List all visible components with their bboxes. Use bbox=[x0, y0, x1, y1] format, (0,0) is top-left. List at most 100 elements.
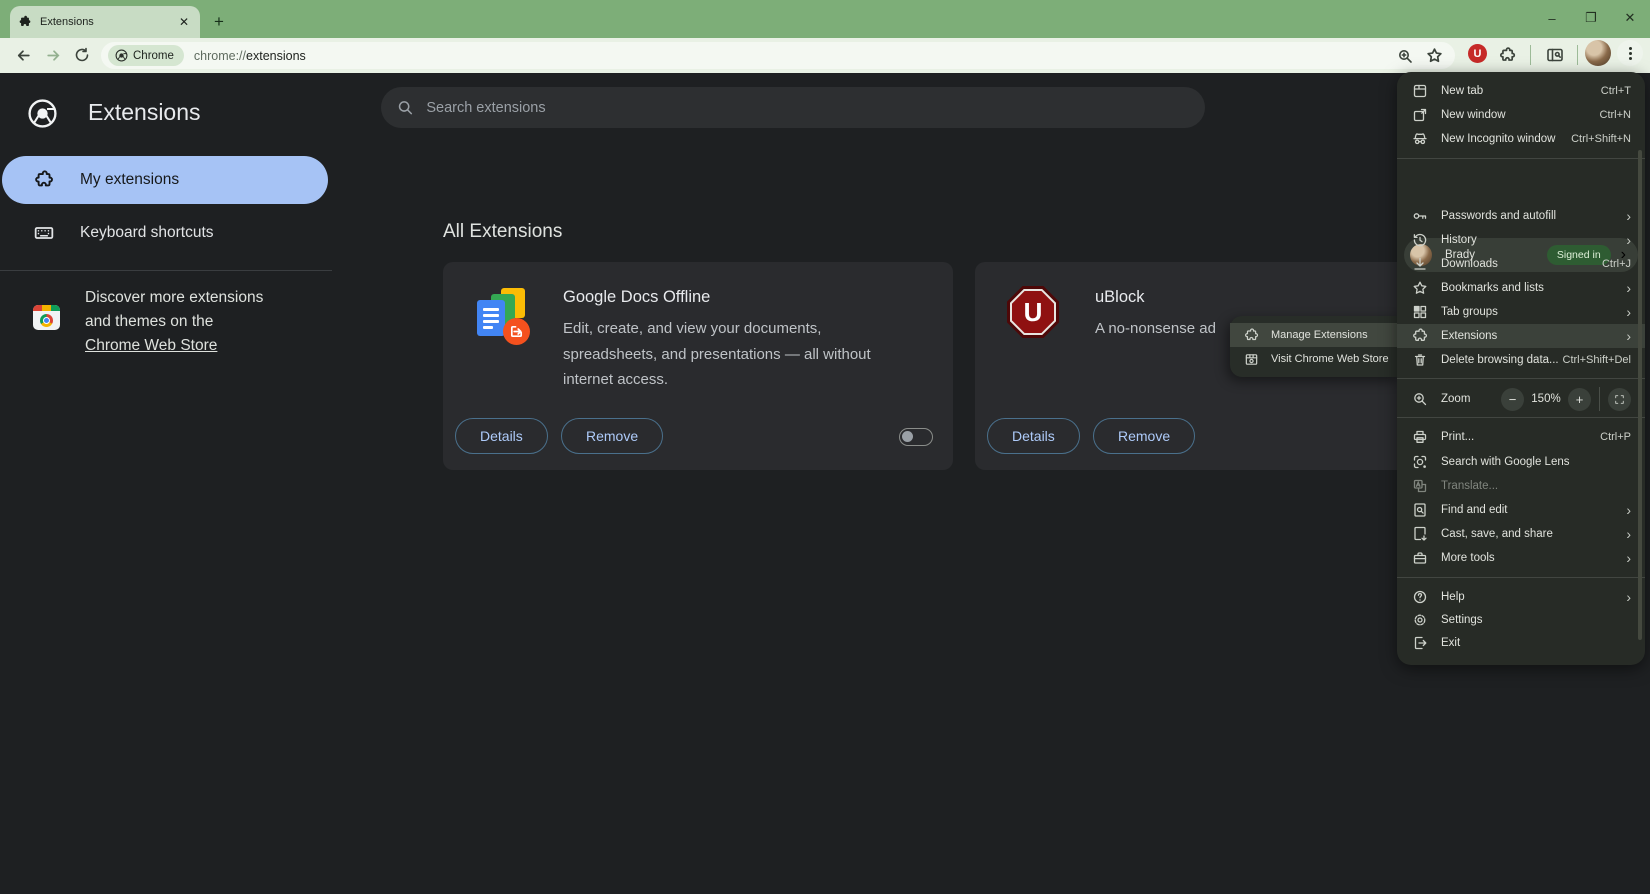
menu-divider bbox=[1397, 417, 1645, 418]
menu-divider bbox=[1397, 158, 1645, 159]
translate-icon bbox=[1412, 478, 1428, 494]
settings-gear-icon bbox=[1412, 612, 1428, 628]
google-lens-icon bbox=[1412, 454, 1428, 470]
menu-item-new-incognito-window[interactable]: New Incognito windowCtrl+Shift+N bbox=[1397, 127, 1645, 151]
extension-description: A no-nonsense ad bbox=[1095, 316, 1216, 342]
help-icon bbox=[1412, 589, 1428, 605]
toolbar-divider bbox=[1530, 45, 1531, 65]
menu-item-more-tools[interactable]: More tools› bbox=[1397, 546, 1645, 570]
details-button[interactable]: Details bbox=[455, 418, 548, 454]
remove-button[interactable]: Remove bbox=[561, 418, 663, 454]
menu-item-delete-browsing-data[interactable]: Delete browsing data...Ctrl+Shift+Del bbox=[1397, 348, 1645, 372]
chrome-web-store-link[interactable]: Chrome Web Store bbox=[85, 337, 217, 354]
zoom-in-button[interactable]: + bbox=[1568, 388, 1591, 411]
menu-scrollbar[interactable] bbox=[1638, 150, 1642, 640]
tab-groups-grid-icon bbox=[1412, 304, 1428, 320]
profile-avatar[interactable] bbox=[1585, 40, 1611, 66]
extensions-submenu: Manage Extensions Visit Chrome Web Store bbox=[1230, 316, 1400, 377]
chrome-logo-icon bbox=[115, 49, 128, 62]
sidebar-item-keyboard-shortcuts[interactable]: Keyboard shortcuts bbox=[2, 211, 328, 255]
side-panel-button[interactable] bbox=[1540, 40, 1570, 70]
puzzle-icon bbox=[1499, 47, 1516, 64]
search-icon bbox=[397, 99, 413, 116]
menu-item-new-tab[interactable]: New tabCtrl+T bbox=[1397, 79, 1645, 103]
window-restore-button[interactable]: ❐ bbox=[1572, 0, 1610, 36]
extension-title: Google Docs Offline bbox=[563, 288, 710, 307]
find-document-icon bbox=[1412, 502, 1428, 518]
menu-item-search-with-google-lens[interactable]: Search with Google Lens bbox=[1397, 450, 1645, 474]
exit-icon bbox=[1412, 635, 1428, 651]
menu-item-passwords-and-autofill[interactable]: Passwords and autofill› bbox=[1397, 204, 1645, 228]
keyboard-icon bbox=[34, 223, 54, 243]
menu-item-exit[interactable]: Exit bbox=[1397, 631, 1645, 655]
address-bar[interactable]: Chrome chrome://extensions bbox=[101, 42, 1455, 69]
page-title: Extensions bbox=[88, 99, 201, 126]
menu-item-cast-save-and-share[interactable]: Cast, save, and share› bbox=[1397, 522, 1645, 546]
menu-item-tab-groups[interactable]: Tab groups› bbox=[1397, 300, 1645, 324]
kebab-icon bbox=[1629, 47, 1632, 60]
window-minimize-button[interactable]: – bbox=[1533, 0, 1571, 36]
reload-icon bbox=[74, 47, 90, 63]
search-extensions-bar[interactable] bbox=[381, 87, 1205, 128]
forward-button[interactable] bbox=[38, 40, 68, 70]
menu-item-help[interactable]: Help› bbox=[1397, 585, 1645, 609]
site-chip[interactable]: Chrome bbox=[108, 45, 184, 66]
puzzle-icon bbox=[1244, 328, 1259, 343]
reload-button[interactable] bbox=[67, 40, 97, 70]
window-close-button[interactable]: ✕ bbox=[1611, 0, 1649, 36]
extension-toggle-off[interactable] bbox=[899, 428, 933, 446]
google-docs-offline-icon bbox=[477, 288, 533, 350]
zoom-divider bbox=[1599, 387, 1600, 411]
search-input[interactable] bbox=[424, 99, 1189, 117]
puzzle-icon bbox=[1412, 328, 1428, 344]
cast-save-icon bbox=[1412, 526, 1428, 542]
menu-item-visit-chrome-web-store[interactable]: Visit Chrome Web Store bbox=[1230, 347, 1400, 371]
zoom-page-icon[interactable] bbox=[1397, 48, 1413, 64]
printer-icon bbox=[1412, 429, 1428, 445]
tab-title: Extensions bbox=[40, 16, 176, 28]
remove-button[interactable]: Remove bbox=[1093, 418, 1195, 454]
forward-arrow-icon bbox=[45, 47, 62, 64]
chrome-web-store-icon bbox=[33, 305, 60, 330]
fullscreen-icon bbox=[1614, 394, 1625, 405]
menu-item-new-window[interactable]: New windowCtrl+N bbox=[1397, 103, 1645, 127]
menu-item-settings[interactable]: Settings bbox=[1397, 608, 1645, 632]
sidebar-label: My extensions bbox=[80, 171, 179, 189]
menu-divider bbox=[1397, 378, 1645, 379]
extensions-toolbar-button[interactable] bbox=[1492, 40, 1522, 70]
url-text: chrome://extensions bbox=[194, 49, 306, 63]
menu-item-bookmarks-and-lists[interactable]: Bookmarks and lists› bbox=[1397, 276, 1645, 300]
site-chip-label: Chrome bbox=[133, 50, 174, 62]
puzzle-favicon-icon bbox=[18, 15, 32, 29]
menu-divider bbox=[1397, 577, 1645, 578]
tab-close-icon[interactable]: ✕ bbox=[176, 14, 192, 30]
menu-item-print[interactable]: Print...Ctrl+P bbox=[1397, 425, 1645, 449]
history-clock-icon bbox=[1412, 232, 1428, 248]
extension-description: Edit, create, and view your documents, s… bbox=[563, 316, 871, 393]
sidebar-divider bbox=[0, 270, 332, 271]
ublock-icon: U bbox=[1007, 286, 1059, 338]
back-button[interactable] bbox=[8, 40, 38, 70]
trash-icon bbox=[1412, 352, 1428, 368]
menu-item-extensions[interactable]: Extensions› bbox=[1397, 324, 1645, 348]
menu-item-zoom: Zoom − 150% + bbox=[1397, 385, 1645, 413]
fullscreen-button[interactable] bbox=[1608, 388, 1631, 411]
zoom-level: 150% bbox=[1524, 393, 1568, 405]
url-scheme: chrome:// bbox=[194, 49, 246, 63]
zoom-out-button[interactable]: − bbox=[1501, 388, 1524, 411]
menu-item-downloads[interactable]: DownloadsCtrl+J bbox=[1397, 252, 1645, 276]
sidebar-item-my-extensions[interactable]: My extensions bbox=[2, 156, 328, 204]
new-tab-button[interactable]: + bbox=[208, 11, 230, 33]
browser-window: Extensions ✕ + – ❐ ✕ Chrome chrome://ext… bbox=[0, 0, 1650, 894]
puzzle-icon bbox=[34, 170, 54, 190]
ublock-toolbar-icon[interactable]: U bbox=[1468, 44, 1487, 63]
incognito-icon bbox=[1412, 131, 1428, 147]
details-button[interactable]: Details bbox=[987, 418, 1080, 454]
menu-item-find-and-edit[interactable]: Find and edit› bbox=[1397, 498, 1645, 522]
bookmark-star-icon[interactable] bbox=[1426, 47, 1443, 64]
briefcase-icon bbox=[1412, 550, 1428, 566]
menu-item-manage-extensions[interactable]: Manage Extensions bbox=[1230, 323, 1400, 347]
browser-menu-button[interactable] bbox=[1617, 40, 1643, 66]
tab-extensions[interactable]: Extensions ✕ bbox=[10, 6, 200, 38]
menu-item-history[interactable]: History› bbox=[1397, 228, 1645, 252]
